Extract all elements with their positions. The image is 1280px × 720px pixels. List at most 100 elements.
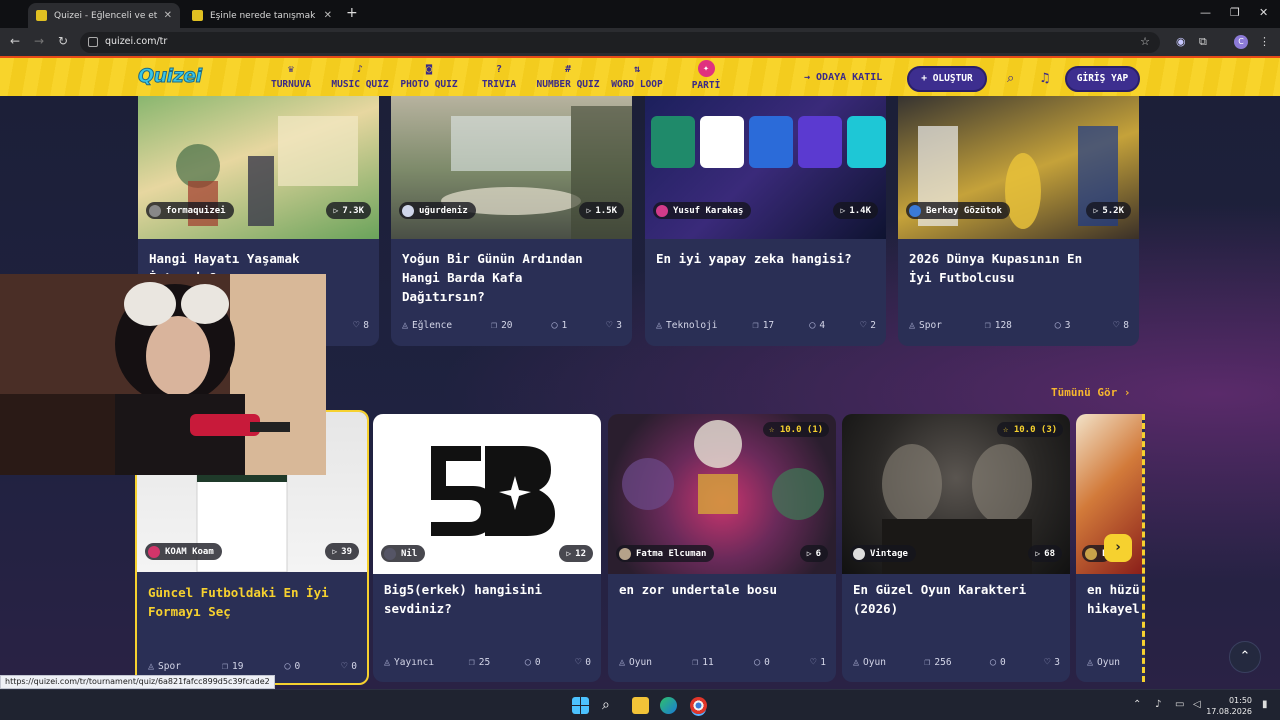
questions: ❐ 11 — [692, 657, 713, 668]
edge-icon[interactable] — [660, 697, 677, 714]
carousel-next-button[interactable]: › — [1104, 534, 1132, 562]
quiz-title[interactable]: Yoğun Bir Günün Ardından Hangi Barda Kaf… — [402, 249, 583, 306]
search-icon[interactable]: ⌕ — [1007, 71, 1014, 86]
likes[interactable]: ♡ 0 — [341, 661, 357, 672]
author-badge[interactable]: Berkay Gözütok — [906, 202, 1010, 219]
minimize-icon[interactable]: — — [1200, 6, 1211, 19]
create-button[interactable]: + OLUŞTUR — [907, 66, 987, 92]
profile-avatar[interactable]: C — [1234, 35, 1248, 49]
chrome-icon[interactable] — [690, 697, 707, 714]
author-name: Vintage — [870, 548, 908, 559]
nav-number-quiz[interactable]: # NUMBER QUIZ — [536, 64, 600, 90]
bell-icon[interactable]: ♫ — [1039, 71, 1051, 86]
network-icon[interactable]: ▭ — [1175, 699, 1184, 710]
quiz-title[interactable]: en zor undertale bosu — [619, 580, 777, 599]
notifications-icon[interactable]: ▮ — [1262, 699, 1268, 710]
bookmark-star-icon[interactable]: ☆ — [1140, 35, 1150, 48]
author-badge[interactable]: Yusuf Karakaş — [653, 202, 752, 219]
nav-music-quiz[interactable]: ♪ MUSIC QUIZ — [330, 64, 390, 90]
title-line: En Güzel Oyun Karakteri — [853, 582, 1027, 597]
microphone-icon[interactable]: ♪ — [1155, 699, 1161, 710]
category[interactable]: ◬ Spor — [909, 320, 942, 331]
category[interactable]: ◬ Eğlence — [402, 320, 452, 331]
likes[interactable]: ♡ 3 — [606, 320, 622, 331]
chevron-up-icon[interactable]: ⌃ — [1133, 699, 1141, 710]
file-explorer-icon[interactable] — [632, 697, 649, 714]
see-all-link[interactable]: Tümünü Gör › — [1051, 386, 1130, 399]
author-badge[interactable]: Vintage — [850, 545, 916, 562]
author-badge[interactable]: KOAM Koam — [145, 543, 222, 560]
quiz-card[interactable]: ☆ 10.0 (3) Vintage ▷ 68 En Güzel Oyun Ka… — [842, 414, 1070, 682]
quiz-meta: ◬ Yayıncı ❐ 25 ◯ 0 ♡ 0 — [384, 657, 591, 668]
new-tab-icon[interactable]: + — [346, 5, 358, 21]
join-room-button[interactable]: → ODAYA KATIL — [804, 72, 882, 83]
extension-icon[interactable]: ◉ — [1176, 35, 1186, 48]
comments[interactable]: ◯ 4 — [809, 320, 825, 331]
quiz-title[interactable]: 2026 Dünya Kupasının En İyi Futbolcusu — [909, 249, 1082, 287]
category[interactable]: ◬ Yayıncı — [384, 657, 434, 668]
quiz-card[interactable]: ☆ 10.0 (1) Fatma Elcuman ▷ 6 en zor unde… — [608, 414, 836, 682]
comments[interactable]: ◯ 0 — [754, 657, 770, 668]
window-close-icon[interactable]: ✕ — [1259, 6, 1268, 19]
scroll-to-top-button[interactable]: ⌃ — [1229, 641, 1261, 673]
puzzle-icon[interactable]: ⧉ — [1199, 35, 1207, 49]
likes[interactable]: ♡ 0 — [575, 657, 591, 668]
back-icon[interactable]: ← — [10, 34, 20, 48]
menu-kebab-icon[interactable]: ⋮ — [1259, 35, 1270, 48]
quiz-title[interactable]: En iyi yapay zeka hangisi? — [656, 249, 852, 268]
category[interactable]: ◬ Spor — [148, 661, 181, 672]
questions-count: 20 — [501, 320, 513, 331]
category[interactable]: ◬ Teknoloji — [656, 320, 718, 331]
quiz-title[interactable]: En Güzel Oyun Karakteri (2026) — [853, 580, 1026, 618]
comments[interactable]: ◯ 0 — [284, 661, 300, 672]
tab-second[interactable]: Eşinle nerede tanışmak isterdin ✕ — [184, 3, 340, 28]
forward-icon[interactable]: → — [34, 34, 44, 48]
url-field[interactable]: quizei.com/tr ☆ — [80, 32, 1160, 53]
likes[interactable]: ♡ 3 — [1044, 657, 1060, 668]
play-icon: ▷ — [332, 547, 338, 556]
quiz-card[interactable]: Nil ▷ 12 Big5(erkek) hangisini sevdiniz?… — [373, 414, 601, 682]
system-clock[interactable]: 01:50 17.08.2026 — [1206, 695, 1252, 717]
close-icon[interactable]: ✕ — [164, 10, 172, 21]
windows-start-icon[interactable] — [572, 697, 589, 714]
nav-word-loop[interactable]: ⇅ WORD LOOP — [610, 64, 664, 90]
quiz-card[interactable]: Yusuf Karakaş ▷ 1.4K En iyi yapay zeka h… — [645, 96, 886, 346]
comments[interactable]: ◯ 3 — [1055, 320, 1071, 331]
author-badge[interactable]: Fatma Elcuman — [616, 545, 715, 562]
nav-photo-quiz[interactable]: ◙ PHOTO QUIZ — [400, 64, 458, 90]
likes[interactable]: ♡ 8 — [353, 320, 369, 331]
nav-turnuva[interactable]: ♛ TURNUVA — [270, 64, 312, 90]
close-icon[interactable]: ✕ — [324, 10, 332, 21]
likes[interactable]: ♡ 1 — [810, 657, 826, 668]
category[interactable]: ◬ Oyun — [853, 657, 886, 668]
author-badge[interactable]: Nil — [381, 545, 426, 562]
quiz-title[interactable]: en hüzü hikayel — [1087, 580, 1140, 618]
likes[interactable]: ♡ 8 — [1113, 320, 1129, 331]
avatar — [384, 547, 396, 560]
comments[interactable]: ◯ 0 — [525, 657, 541, 668]
nav-parti[interactable]: ✦ PARTİ — [688, 60, 724, 91]
likes[interactable]: ♡ 2 — [860, 320, 876, 331]
site-header: Quizei ♛ TURNUVA ♪ MUSIC QUIZ ◙ PHOTO QU… — [0, 56, 1280, 96]
comments[interactable]: ◯ 0 — [990, 657, 1006, 668]
search-icon[interactable]: ⌕ — [602, 697, 619, 714]
site-info-icon[interactable] — [88, 37, 98, 47]
quiz-card[interactable]: uğurdeniz ▷ 1.5K Yoğun Bir Günün Ardında… — [391, 96, 632, 346]
quiz-title[interactable]: Big5(erkek) hangisini sevdiniz? — [384, 580, 542, 618]
login-button[interactable]: GİRİŞ YAP — [1065, 66, 1140, 92]
quiz-title[interactable]: Güncel Futboldaki En İyi Formayı Seç — [148, 583, 329, 621]
author-badge[interactable]: uğurdeniz — [399, 202, 476, 219]
category[interactable]: ◬ Oyun — [619, 657, 652, 668]
chat-icon: ? — [495, 64, 503, 75]
comment-icon: ◯ — [524, 657, 531, 668]
volume-icon[interactable]: ◁ — [1193, 699, 1201, 710]
maximize-icon[interactable]: ❐ — [1230, 6, 1240, 19]
quizei-logo[interactable]: Quizei — [138, 65, 203, 88]
nav-trivia[interactable]: ? TRIVIA — [480, 64, 518, 90]
comments[interactable]: ◯ 1 — [552, 320, 568, 331]
tab-quizei[interactable]: Quizei - Eğlenceli ve etkileşimli ✕ — [28, 3, 180, 28]
author-badge[interactable]: formaquizei — [146, 202, 234, 219]
reload-icon[interactable]: ↻ — [58, 34, 68, 48]
category[interactable]: ◬ Oyun — [1087, 657, 1120, 668]
quiz-card[interactable]: Berkay Gözütok ▷ 5.2K 2026 Dünya Kupasın… — [898, 96, 1139, 346]
